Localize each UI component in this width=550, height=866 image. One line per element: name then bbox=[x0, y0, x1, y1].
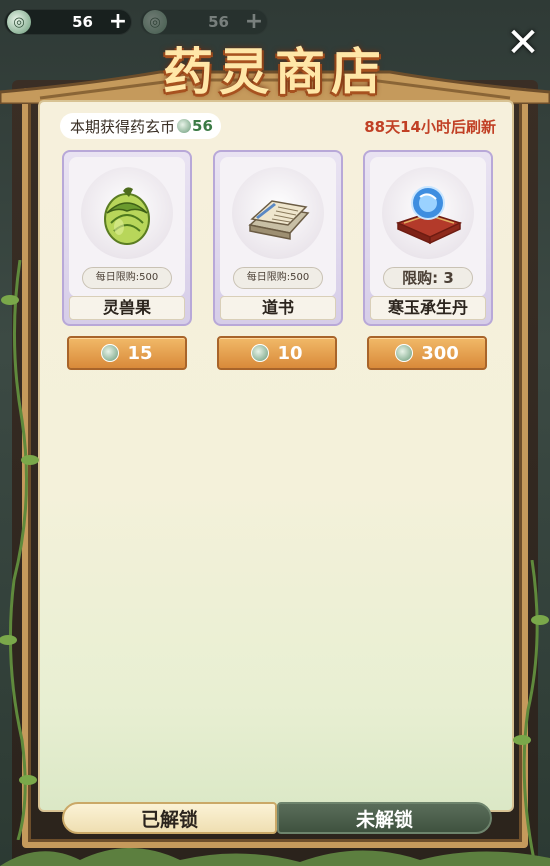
add-currency-button[interactable]: + bbox=[241, 11, 267, 33]
item-name: 寒玉承生丹 bbox=[370, 296, 486, 320]
purchase-limit: 每日限购:500 bbox=[233, 267, 323, 289]
shop-item-card[interactable]: 每日限购:500 道书 bbox=[213, 150, 343, 326]
item-name: 道书 bbox=[220, 296, 336, 320]
yao-xuan-coin-icon bbox=[177, 119, 192, 133]
yao-xuan-coin-icon bbox=[251, 344, 270, 362]
taoist-book-icon bbox=[232, 167, 324, 259]
price-value: 300 bbox=[421, 342, 459, 364]
currency-amount: 56 bbox=[72, 13, 93, 31]
purchase-limit: 每日限购:500 bbox=[82, 267, 172, 289]
buy-button[interactable]: 10 bbox=[217, 336, 337, 370]
shop-item-card[interactable]: 每日限购:500 灵兽果 bbox=[62, 150, 192, 326]
vine-right-decoration bbox=[513, 560, 549, 860]
price-value: 15 bbox=[127, 342, 153, 364]
item-name: 灵兽果 bbox=[69, 296, 185, 320]
item-art-frame: 每日限购:500 bbox=[69, 157, 185, 297]
add-currency-button[interactable]: + bbox=[105, 11, 131, 33]
buy-button[interactable]: 300 bbox=[367, 336, 487, 370]
cold-jade-elixir-icon bbox=[382, 167, 474, 259]
vine-left-decoration bbox=[0, 260, 39, 840]
tab-locked[interactable]: 未解锁 bbox=[277, 802, 492, 834]
close-button[interactable]: ✕ bbox=[504, 23, 542, 63]
unlock-tabs: 已解锁 未解锁 bbox=[62, 802, 492, 834]
item-art-frame: 每日限购:500 bbox=[220, 157, 336, 297]
currency-amount: 56 bbox=[208, 13, 229, 31]
earned-value: 56 bbox=[192, 117, 213, 135]
earned-label: 本期获得药玄币 bbox=[70, 117, 176, 136]
spirit-beast-fruit-icon bbox=[81, 167, 173, 259]
yao-xuan-coin-icon bbox=[395, 344, 414, 362]
shop-title: 药灵商店 bbox=[163, 42, 387, 101]
buy-button[interactable]: 15 bbox=[67, 336, 187, 370]
purchase-limit: 限购: 3 bbox=[383, 267, 473, 289]
tab-unlocked[interactable]: 已解锁 bbox=[62, 802, 277, 834]
yao-xuan-coin-icon bbox=[101, 344, 120, 362]
earned-coins-badge: 本期获得药玄币 56 bbox=[60, 113, 221, 139]
yao-xuan-coin-icon: ◎ bbox=[7, 10, 31, 34]
yao-xuan-coin-icon: ◎ bbox=[143, 10, 167, 34]
price-value: 10 bbox=[277, 342, 303, 364]
item-art-frame: 限购: 3 bbox=[370, 157, 486, 297]
refresh-countdown: 88天14小时后刷新 bbox=[364, 118, 496, 136]
shop-item-card[interactable]: 限购: 3 寒玉承生丹 bbox=[363, 150, 493, 326]
